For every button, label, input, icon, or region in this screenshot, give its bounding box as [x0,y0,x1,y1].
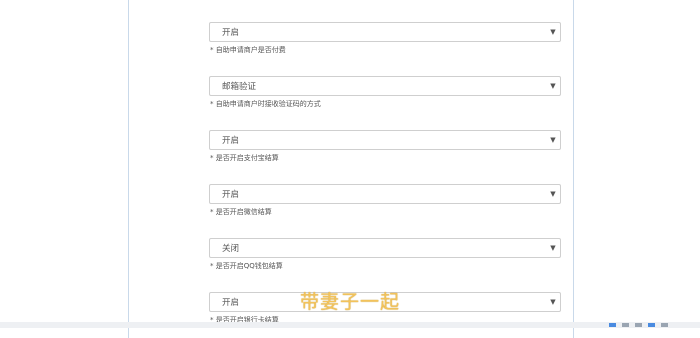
caret-down-icon: ▼ [550,244,556,252]
caret-down-icon: ▼ [550,298,556,306]
help-text: * 是否开启支付宝结算 [210,154,279,162]
caret-down-icon: ▼ [550,136,556,144]
form-row-paid: 是否付费: 开启 ▼ * 自助申请商户是否付费 [129,22,573,62]
tray-app-icon[interactable] [622,323,629,327]
select-value: 开启 [222,190,240,200]
tray-icons [609,322,668,328]
help-text: * 自助申请商户时接收验证码的方式 [210,100,321,108]
alipay-select[interactable]: 开启 ▼ [209,130,561,150]
help-text: * 是否开启QQ钱包结算 [210,262,283,270]
caret-down-icon: ▼ [550,82,556,90]
taskbar [0,322,700,328]
qqwallet-select[interactable]: 关闭 ▼ [209,238,561,258]
help-text: * 自助申请商户是否付费 [210,46,286,54]
form-row-verify-method: 申请验证方式: 邮箱验证 ▼ * 自助申请商户时接收验证码的方式 [129,76,573,116]
select-value: 开启 [222,28,240,38]
form-row-wechat: 微信结算: 开启 ▼ * 是否开启微信结算 [129,184,573,224]
watermark-text: 带妻子一起 [300,291,401,313]
caret-down-icon: ▼ [550,190,556,198]
wechat-select[interactable]: 开启 ▼ [209,184,561,204]
help-text: * 是否开启微信结算 [210,208,272,216]
tray-app-icon[interactable] [635,323,642,327]
tray-app-icon[interactable] [648,323,655,327]
tray-app-icon[interactable] [661,323,668,327]
paid-select[interactable]: 开启 ▼ [209,22,561,42]
select-value: 邮箱验证 [222,82,257,92]
caret-down-icon: ▼ [550,28,556,36]
tray-app-icon[interactable] [609,323,616,327]
form-row-qqwallet: QQ钱包结算: 关闭 ▼ * 是否开启QQ钱包结算 [129,238,573,278]
select-value: 关闭 [222,244,240,254]
select-value: 开启 [222,136,240,146]
verify-method-select[interactable]: 邮箱验证 ▼ [209,76,561,96]
form-row-alipay: 支付宝结算: 开启 ▼ * 是否开启支付宝结算 [129,130,573,170]
